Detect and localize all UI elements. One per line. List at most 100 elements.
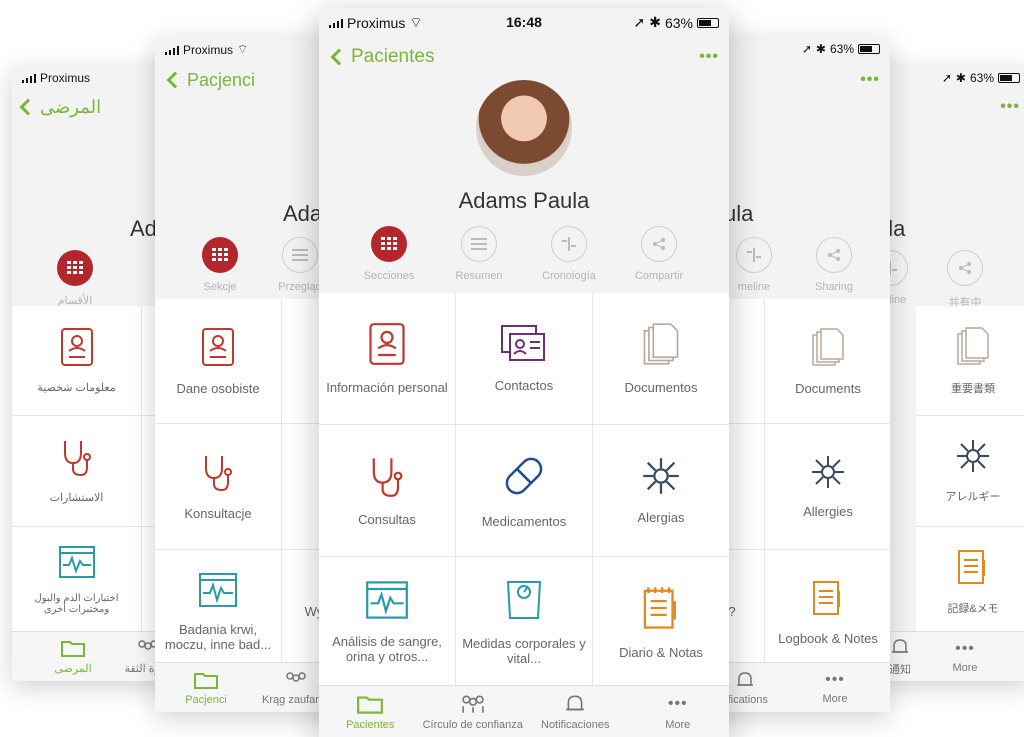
tile-label: الاستشارات (49, 492, 104, 505)
tile-diary-notes[interactable]: Diario & Notas (593, 557, 729, 688)
folder-icon (194, 672, 218, 689)
signal-icon (22, 73, 36, 83)
nav-more[interactable]: ••• More (790, 671, 880, 705)
nav-label: Círculo de confianza (422, 718, 523, 731)
timeline-icon (747, 248, 761, 262)
tile-label: Badania krwi, moczu, inne bad... (164, 621, 272, 652)
nav-notifications[interactable]: Notificaciones (530, 693, 620, 731)
tile-personal-info[interactable]: معلومات شخصية (12, 306, 141, 416)
nav-label: More (822, 692, 848, 705)
more-menu-button[interactable]: ••• (1000, 98, 1020, 116)
stethoscope-icon (63, 441, 91, 477)
tile-consultations[interactable]: Konsultacje (155, 424, 281, 549)
battery-label: 63% (969, 71, 994, 85)
tile-blood-tests[interactable]: Badania krwi, moczu, inne bad... (155, 549, 281, 674)
tab-sections[interactable]: Sekcje (175, 237, 265, 293)
phone-japanese: ➚✱63% ••• ula meline 共有中 重要書類 アレルギー 記録&メ… (880, 66, 1024, 681)
tile-contacts[interactable]: Contactos (456, 293, 592, 424)
tile-label: معلومات شخصية (37, 382, 116, 395)
tile-label: アレルギー (945, 490, 1001, 503)
more-menu-button[interactable]: ••• (699, 48, 719, 66)
tile-label: 記録&メモ (947, 603, 999, 616)
grid-icon (381, 237, 397, 250)
tile-allergies[interactable]: Allergies (765, 424, 890, 549)
bell-icon (892, 638, 908, 653)
notepad-icon (958, 550, 985, 585)
tile-allergies[interactable]: アレルギー (916, 416, 1024, 526)
tab-sections[interactable]: Secciones (344, 226, 434, 282)
tab-sharing[interactable]: Sharing (794, 237, 874, 293)
tile-documents[interactable]: Documents (765, 299, 890, 424)
battery-label: 63% (664, 14, 693, 31)
documents-icon (812, 327, 844, 366)
tab-share[interactable]: Compartir (614, 226, 704, 282)
nav-patients[interactable]: المرضى (28, 638, 118, 675)
status-bar: ➚ ✱ 63% (880, 66, 1024, 88)
stethoscope-icon (205, 455, 232, 491)
nav-patients[interactable]: Pacientes (325, 693, 415, 731)
pill-icon (505, 457, 543, 495)
tile-label: Allergies (803, 503, 853, 519)
tab-sharing[interactable]: 共有中 (920, 250, 1010, 310)
location-icon: ➚ (941, 71, 952, 85)
folder-icon (61, 641, 85, 657)
id-card-icon (369, 323, 405, 365)
carrier-label: Proximus (183, 42, 234, 57)
battery-label: 63% (829, 42, 854, 56)
back-button[interactable]: Pacientes (329, 46, 434, 68)
nav-label: More (665, 718, 691, 731)
tile-blood-tests[interactable]: اختبارات الدم والبول ومختبرات أخرى (12, 526, 141, 636)
scale-icon (506, 580, 542, 619)
carrier-label: Proximus (347, 15, 406, 31)
people-icon (462, 694, 484, 713)
tab-timeline[interactable]: Cronología (524, 226, 614, 282)
nav-more[interactable]: ••• More (633, 693, 723, 731)
timeline-icon (562, 237, 576, 251)
tile-consultations[interactable]: Consultas (319, 425, 455, 556)
monitor-pulse-icon (199, 572, 237, 607)
tab-summary[interactable]: Resumen (434, 226, 524, 282)
nav-circle-of-trust[interactable]: Círculo de confianza (423, 693, 523, 731)
allergen-icon (643, 458, 679, 494)
tile-medications[interactable]: Medicamentos (456, 425, 592, 556)
nav-label: Pacjenci (185, 693, 227, 706)
tab-label: Secciones (363, 270, 415, 282)
notepad-icon (643, 587, 676, 629)
tile-blood-tests[interactable]: Análisis de sangre, orina y otros... (319, 557, 455, 688)
tab-label: Resumen (455, 270, 503, 282)
bell-icon (737, 671, 753, 686)
tile-label: Alergias (637, 510, 685, 525)
tile-personal-info[interactable]: Información personal (319, 293, 455, 424)
nav-more[interactable]: ••• More (920, 640, 1010, 674)
ellipsis-icon: ••• (955, 639, 975, 657)
tile-body-measurements[interactable]: Medidas corporales y vital... (456, 557, 592, 688)
list-icon (471, 238, 487, 250)
tile-logbook[interactable]: 記録&メモ (916, 526, 1024, 636)
back-button[interactable]: المرضى (18, 97, 101, 118)
tile-allergies[interactable]: Alergias (593, 425, 729, 556)
status-bar: Proximus ⌔ (155, 37, 345, 59)
wifi-icon: ⌔ (409, 14, 423, 30)
tile-documents[interactable]: 重要書類 (916, 306, 1024, 416)
tile-label: Logbook & Notes (778, 631, 878, 647)
nav-patients[interactable]: Pacjenci (161, 670, 251, 706)
tile-documents[interactable]: Documentos (593, 293, 729, 424)
tile-consultations[interactable]: الاستشارات (12, 416, 141, 526)
tile-logbook[interactable]: Logbook & Notes (765, 549, 890, 674)
nav-label: Notificaciones (541, 718, 610, 731)
carrier-label: Proximus (40, 71, 91, 85)
tab-label: Sekcje (203, 281, 237, 293)
back-button[interactable]: Pacjenci (165, 70, 255, 91)
share-icon (959, 262, 971, 274)
documents-icon (957, 326, 989, 365)
more-menu-button[interactable]: ••• (860, 71, 880, 89)
phone-spanish: Proximus ⌔ 16:48 ➚ ✱ 63% Pacientes ••• Adam… (319, 8, 729, 737)
tile-label: Consultas (358, 512, 416, 527)
tab-sections[interactable]: الأقسام (30, 250, 120, 307)
share-icon (828, 249, 840, 261)
tile-label: Contactos (494, 378, 554, 393)
wifi-icon: ⌔ (237, 42, 249, 56)
tile-personal-info[interactable]: Dane osobiste (155, 299, 281, 424)
tile-label: Medicamentos (481, 514, 567, 529)
bell-icon (566, 694, 585, 710)
